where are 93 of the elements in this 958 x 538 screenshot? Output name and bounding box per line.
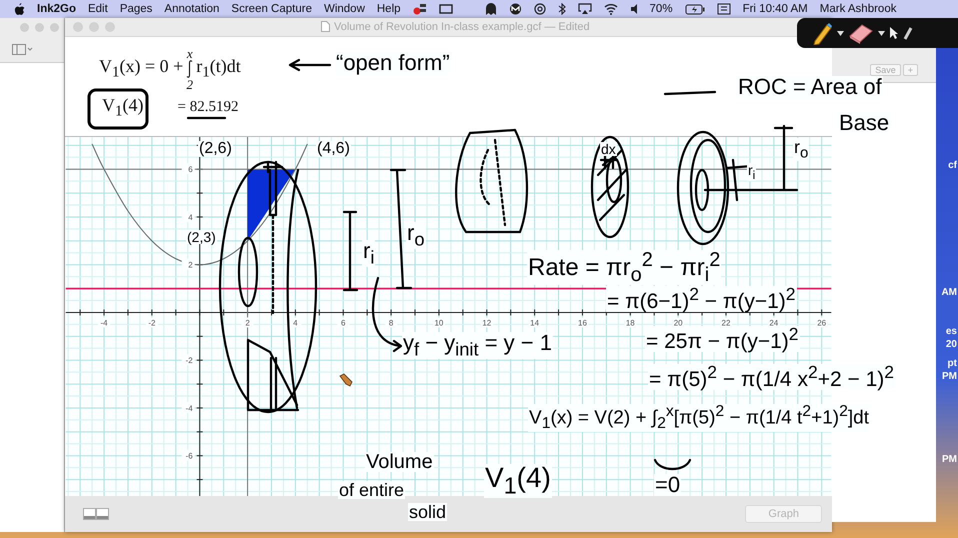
tick-label: 2	[188, 260, 193, 270]
desktop-icon-label[interactable]: AM	[941, 287, 957, 298]
box-outline-drawing	[88, 88, 148, 130]
tick-label: -2	[186, 356, 193, 365]
handwritten-note: ROC = Area of	[737, 76, 883, 98]
handwritten-note: V$_{1}$(x) = V(2) + ∫$_{2}$$^{x}$[π(5)$^{2}$ − π(1/4 t$^{2}$+1)$^{2}$]dt	[528, 404, 870, 432]
apple-icon[interactable]	[14, 2, 25, 16]
handwritten-note: r$_{o}$	[793, 138, 810, 161]
tick-label: 18	[626, 318, 635, 328]
tick-label: 4	[293, 318, 298, 328]
notification-icon[interactable]	[412, 3, 427, 15]
tick-label: 6	[188, 165, 193, 174]
formula-text: V$_{1}$(4)	[102, 94, 144, 121]
lower-limit: 2	[186, 78, 194, 91]
caret-icon[interactable]	[837, 30, 844, 36]
pointer-icon[interactable]	[889, 26, 899, 40]
airplay-icon[interactable]	[578, 3, 592, 15]
tick-label: -4	[100, 318, 108, 328]
dash-drawing	[664, 90, 716, 96]
pencil-icon[interactable]	[811, 21, 833, 45]
handwritten-note: = 25π − π(y−1)$^{2}$	[645, 326, 800, 352]
menu-item[interactable]: Edit	[88, 3, 108, 15]
pencil-cursor-icon	[339, 374, 352, 387]
tick-label: 14	[530, 318, 540, 328]
handwritten-note: of entire	[338, 481, 406, 499]
display-icon[interactable]	[438, 3, 453, 15]
tick-label: 20	[674, 318, 683, 328]
bluetooth-icon[interactable]	[558, 3, 566, 15]
user-name[interactable]: Mark Ashbrook	[820, 3, 896, 15]
tick-label: -2	[148, 318, 156, 328]
desktop-icon-label[interactable]: 20	[946, 339, 957, 350]
menu-item[interactable]: Screen Capture	[231, 3, 312, 15]
menu-item[interactable]: Help	[376, 3, 401, 15]
handwritten-note: Volume	[365, 452, 434, 472]
tick-label: -4	[186, 404, 193, 413]
tick-label: 16	[578, 318, 587, 328]
brace-drawing	[654, 458, 692, 470]
handwritten-note: V$_{1}$(4)	[484, 464, 552, 498]
pen-icon[interactable]	[903, 26, 913, 40]
eraser-icon[interactable]	[848, 22, 874, 44]
mail-icon[interactable]	[508, 3, 522, 15]
desktop-icon-label[interactable]: es	[946, 326, 957, 337]
wifi-icon[interactable]	[604, 3, 618, 15]
tick-label: 8	[388, 318, 394, 328]
menu-item[interactable]: Window	[324, 3, 365, 15]
underline-drawing	[186, 116, 226, 120]
handwritten-note: “open form”	[335, 52, 451, 74]
desktop-icon-label[interactable]: PM	[942, 454, 957, 465]
handwritten-note: dx	[600, 142, 617, 156]
handwritten-note: y$_{f}$ − y$_{init}$ = y − 1	[402, 332, 553, 359]
tick-label: 24	[769, 318, 778, 328]
tick-label: 6	[341, 318, 346, 328]
sidebar-toggle-icon[interactable]	[12, 44, 34, 54]
integral-sign-icon	[186, 60, 194, 78]
formula-text: V$_{1}$(x) = 0 +	[99, 56, 184, 82]
window-title: Volume of Revolution In-class example.gcf — Edited	[334, 20, 590, 33]
handwritten-note: =0	[654, 474, 682, 496]
result-value: = 82.5192	[178, 99, 238, 116]
handwritten-note: Base	[838, 112, 890, 134]
tick-label: 2	[245, 318, 250, 328]
strip-drawing	[262, 160, 284, 216]
handwritten-note: = π(6−1)$^{2}$ − π(y−1)$^{2}$	[606, 286, 797, 312]
handwritten-note: r$_{o}$	[406, 222, 426, 249]
battery-icon[interactable]	[684, 4, 705, 14]
speaker-icon[interactable]	[630, 3, 638, 15]
handwritten-note: r$_{i}$	[747, 163, 756, 182]
menu-clock[interactable]: Fri 10:40 AM	[742, 3, 808, 15]
document-icon	[321, 21, 330, 32]
tick-label: 26	[817, 318, 826, 328]
tick-label: 22	[722, 318, 730, 328]
handwritten-note: (2,6)	[198, 141, 233, 157]
shaded-region	[248, 169, 296, 241]
tick-label: -6	[186, 452, 193, 460]
tick-label: 12	[482, 318, 492, 328]
menu-item[interactable]: Annotation	[164, 3, 220, 15]
battery-percentage: 70%	[650, 3, 673, 15]
tick-label: 4	[188, 212, 193, 222]
desktop-icon-label[interactable]: pt	[948, 358, 957, 369]
ghost-icon[interactable]	[484, 3, 497, 15]
handwritten-note: solid	[408, 503, 448, 521]
arrow-drawing	[288, 58, 332, 72]
menu-item[interactable]: Pages	[120, 3, 152, 15]
handwritten-note: (2,3)	[186, 230, 217, 244]
handwritten-note: = π(5)$^{2}$ − π(1/4 x$^{2}$+2 − 1)$^{2}$	[648, 364, 895, 390]
desktop-icon-label[interactable]: cf	[948, 160, 957, 171]
upper-limit: x	[186, 46, 193, 60]
handwritten-note: r$_{i}$	[362, 240, 376, 267]
formula-text: r$_{1}$(t)dt	[196, 56, 241, 82]
caret-icon[interactable]	[878, 30, 885, 36]
tick-label: 10	[434, 318, 444, 328]
desktop-icon-label[interactable]: PM	[942, 371, 957, 382]
menu-app-name[interactable]: Ink2Go	[37, 3, 76, 15]
handwritten-note: (4,6)	[316, 141, 351, 157]
